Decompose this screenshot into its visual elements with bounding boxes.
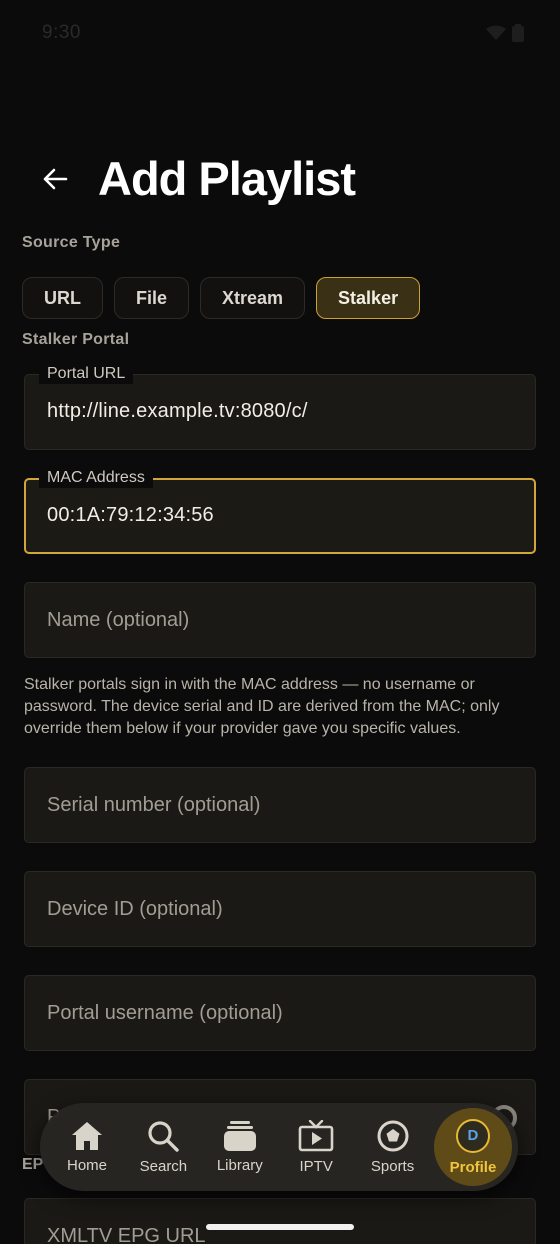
arrow-left-icon <box>43 168 68 190</box>
bottom-navigation: Home Search Library IPTV Sports D Profil… <box>40 1103 518 1191</box>
serial-number-field[interactable]: Serial number (optional) <box>24 767 536 843</box>
nav-library[interactable]: Library <box>205 1107 275 1187</box>
nav-iptv-label: IPTV <box>299 1157 333 1175</box>
mac-address-field[interactable]: MAC Address 00:1A:79:12:34:56 <box>24 468 536 554</box>
sports-icon <box>377 1120 409 1151</box>
nav-profile[interactable]: D Profile <box>433 1108 512 1186</box>
epg-section-label: EP <box>22 1156 44 1173</box>
mac-address-label: MAC Address <box>39 468 153 488</box>
chip-file[interactable]: File <box>114 277 190 319</box>
device-id-placeholder: Device ID (optional) <box>47 898 223 920</box>
stalker-helper-text: Stalker portals sign in with the MAC add… <box>24 676 500 737</box>
xmltv-epg-url-placeholder: XMLTV EPG URL <box>47 1225 206 1244</box>
nav-sports-label: Sports <box>370 1157 415 1175</box>
device-id-field[interactable]: Device ID (optional) <box>24 871 536 947</box>
battery-icon <box>512 24 524 42</box>
xmltv-epg-url-field[interactable]: XMLTV EPG URL <box>24 1198 536 1244</box>
stalker-portal-label: Stalker Portal <box>22 331 130 348</box>
nav-search-label: Search <box>139 1157 188 1175</box>
status-time: 9:30 <box>42 22 81 43</box>
status-icons <box>486 24 524 42</box>
nav-home[interactable]: Home <box>52 1107 122 1187</box>
search-icon <box>148 1120 180 1152</box>
portal-url-value: http://line.example.tv:8080/c/ <box>47 400 308 422</box>
nav-search[interactable]: Search <box>128 1107 198 1187</box>
wifi-icon <box>486 25 506 40</box>
source-type-chips: URL File Xtream Stalker <box>22 277 421 319</box>
nav-sports[interactable]: Sports <box>358 1107 428 1187</box>
portal-username-field[interactable]: Portal username (optional) <box>24 975 536 1051</box>
home-icon <box>72 1121 102 1150</box>
portal-username-placeholder: Portal username (optional) <box>47 1002 283 1024</box>
mac-address-value: 00:1A:79:12:34:56 <box>47 504 214 526</box>
status-bar: 9:30 <box>0 0 560 64</box>
home-indicator[interactable] <box>206 1224 354 1230</box>
nav-library-label: Library <box>216 1156 263 1174</box>
name-field[interactable]: Name (optional) <box>24 582 536 658</box>
avatar: D <box>455 1118 490 1153</box>
nav-profile-label: Profile <box>449 1158 497 1176</box>
page-title: Add Playlist <box>98 152 356 205</box>
avatar-initial: D <box>467 1127 479 1144</box>
chip-stalker[interactable]: Stalker <box>316 277 421 319</box>
library-icon <box>223 1120 256 1151</box>
nav-iptv[interactable]: IPTV <box>281 1107 351 1187</box>
name-placeholder: Name (optional) <box>47 609 190 631</box>
serial-number-placeholder: Serial number (optional) <box>47 794 261 816</box>
tv-icon <box>298 1119 334 1151</box>
chip-xtream[interactable]: Xtream <box>200 277 306 319</box>
back-button[interactable] <box>34 158 76 200</box>
chip-url[interactable]: URL <box>22 277 103 319</box>
nav-home-label: Home <box>66 1156 107 1174</box>
portal-url-field[interactable]: Portal URL http://line.example.tv:8080/c… <box>24 364 536 450</box>
portal-url-label: Portal URL <box>39 364 134 384</box>
source-type-label: Source Type <box>22 234 121 251</box>
screen: 9:30 Add Playlist Source Type URL File X… <box>0 0 560 1244</box>
